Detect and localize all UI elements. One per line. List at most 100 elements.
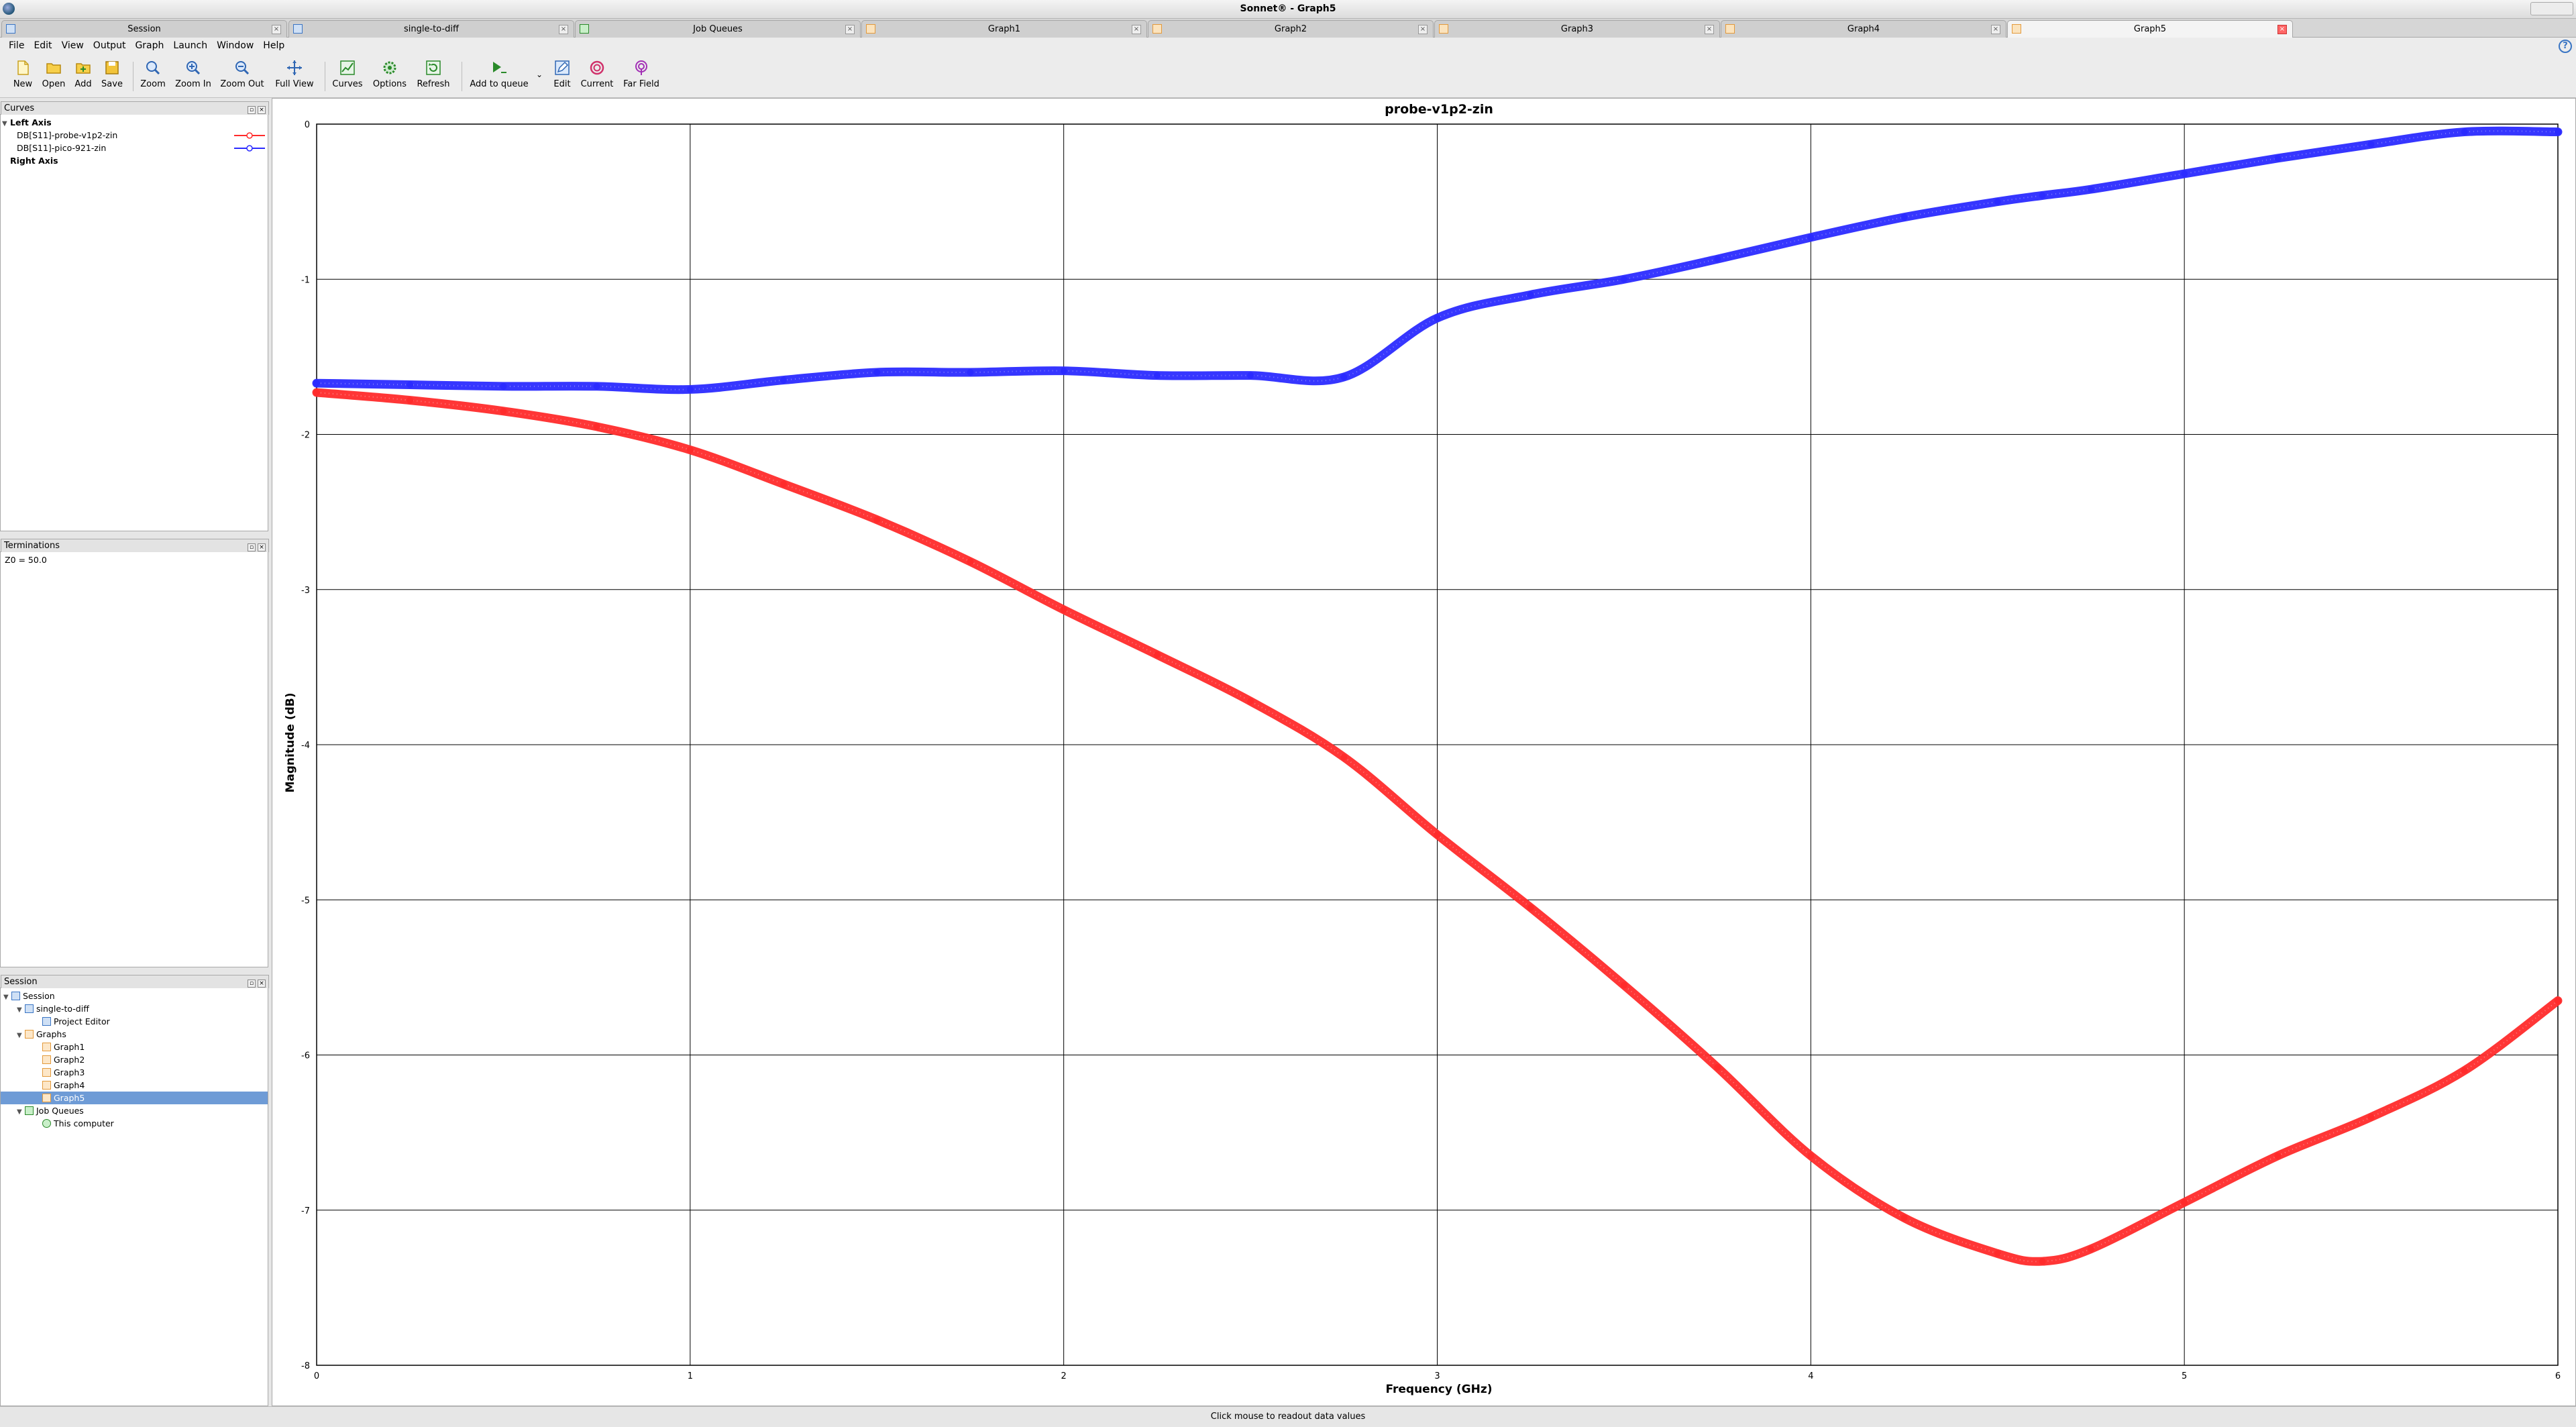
close-icon[interactable]: × bbox=[258, 980, 266, 988]
expand-arrow-icon[interactable]: ▼ bbox=[17, 1106, 25, 1118]
graph-icon bbox=[42, 1055, 51, 1064]
float-icon[interactable]: ▫ bbox=[248, 980, 256, 988]
expand-arrow-icon[interactable]: ▼ bbox=[2, 117, 10, 130]
new-file-icon bbox=[17, 60, 29, 75]
help-icon[interactable]: ? bbox=[2559, 40, 2572, 53]
y-tick-label: 0 bbox=[305, 120, 310, 130]
menu-launch[interactable]: Launch bbox=[168, 38, 212, 55]
queue-dropdown-button[interactable]: ⌄ bbox=[534, 59, 545, 95]
tree-item-session[interactable]: ▼ Session bbox=[3, 990, 55, 1002]
chart[interactable]: probe-v1p2-zin 0 1 2 3 4 5 60-1-2-3-4-5-6-7-8 … bbox=[272, 99, 2575, 1406]
close-icon[interactable]: × bbox=[272, 25, 281, 34]
current-button[interactable]: Current bbox=[578, 59, 616, 95]
terminations-panel: Terminations ▫ × Z0 = 50.0 bbox=[0, 539, 269, 967]
data-point bbox=[967, 558, 974, 566]
curves-panel: Curves ▫ × ▼ Left Axis DB[S11]-probe-v1p2-… bbox=[0, 101, 269, 531]
expand-arrow-icon[interactable]: ▼ bbox=[17, 1004, 25, 1016]
close-icon[interactable]: × bbox=[1991, 25, 2000, 34]
zoom-in-button[interactable]: Zoom In bbox=[173, 59, 213, 95]
tree-item-right-axis[interactable]: Right Axis bbox=[10, 154, 58, 167]
close-icon[interactable]: × bbox=[2277, 25, 2287, 34]
tab-graph4[interactable]: Graph4 × bbox=[1721, 20, 2006, 38]
tree-item-graph3[interactable]: Graph3 bbox=[42, 1066, 85, 1079]
refresh-button[interactable]: Refresh bbox=[413, 59, 453, 95]
zoom-label: Zoom bbox=[140, 79, 166, 89]
tree-label: Graph2 bbox=[54, 1055, 85, 1065]
zoom-button[interactable]: Zoom bbox=[138, 59, 168, 95]
add-button[interactable]: Add bbox=[70, 59, 97, 95]
menu-output[interactable]: Output bbox=[89, 38, 131, 55]
session-panel-title: Session bbox=[4, 977, 38, 987]
window-controls[interactable] bbox=[2530, 2, 2573, 15]
tab-graph1[interactable]: Graph1 × bbox=[861, 20, 1147, 38]
y-tick-label: -6 bbox=[301, 1051, 310, 1061]
menu-window[interactable]: Window bbox=[212, 38, 258, 55]
tree-item-graph1[interactable]: Graph1 bbox=[42, 1041, 85, 1053]
tree-item-this-computer[interactable]: This computer bbox=[42, 1117, 114, 1130]
data-point bbox=[780, 480, 788, 488]
tree-item-left-axis[interactable]: ▼ Left Axis bbox=[2, 116, 52, 129]
tab-graph3[interactable]: Graph3 × bbox=[1434, 20, 1720, 38]
y-tick-label: -2 bbox=[301, 431, 310, 441]
tab-label: Graph1 bbox=[987, 24, 1021, 34]
full-view-button[interactable]: Full View bbox=[271, 59, 318, 95]
data-point bbox=[1153, 372, 1161, 379]
tree-item-graph5[interactable]: Graph5 bbox=[1, 1092, 268, 1104]
new-label: New bbox=[13, 79, 33, 89]
zoom-icon bbox=[146, 61, 160, 75]
curves-button[interactable]: Curves bbox=[330, 59, 365, 95]
close-icon[interactable]: × bbox=[258, 543, 266, 551]
options-label: Options bbox=[372, 79, 407, 89]
tree-item-project-editor[interactable]: Project Editor bbox=[42, 1015, 110, 1028]
expand-arrow-icon[interactable]: ▼ bbox=[3, 991, 11, 1004]
data-point bbox=[2087, 1245, 2094, 1253]
full-view-icon bbox=[287, 60, 302, 75]
tab-label: Graph3 bbox=[1560, 24, 1594, 34]
zoom-out-label: Zoom Out bbox=[220, 79, 264, 89]
data-point bbox=[1994, 1250, 2001, 1257]
close-icon[interactable]: × bbox=[1418, 25, 1428, 34]
close-icon[interactable]: × bbox=[258, 106, 266, 114]
tree-item-single-to-diff[interactable]: ▼ single-to-diff bbox=[17, 1002, 89, 1015]
data-point bbox=[873, 369, 881, 376]
options-button[interactable]: Options bbox=[372, 59, 408, 95]
float-icon[interactable]: ▫ bbox=[248, 106, 256, 114]
tab-graph5[interactable]: Graph5 × bbox=[2007, 20, 2293, 38]
edit-button[interactable]: Edit bbox=[549, 59, 576, 95]
session-panel-header: Session ▫ × bbox=[1, 975, 269, 988]
close-icon[interactable]: × bbox=[1705, 25, 1714, 34]
open-button[interactable]: Open bbox=[40, 59, 67, 95]
far-field-button[interactable]: Far Field bbox=[620, 59, 663, 95]
expand-arrow-icon[interactable]: ▼ bbox=[17, 1029, 25, 1042]
close-icon[interactable]: × bbox=[559, 25, 568, 34]
float-icon[interactable]: ▫ bbox=[248, 543, 256, 551]
close-icon[interactable]: × bbox=[845, 25, 855, 34]
tree-item-graph4[interactable]: Graph4 bbox=[42, 1079, 85, 1092]
x-axis-label: Frequency (GHz) bbox=[1385, 1383, 1492, 1396]
tree-item-job-queues[interactable]: ▼ Job Queues bbox=[17, 1104, 84, 1117]
save-button[interactable]: Save bbox=[99, 59, 125, 95]
new-button[interactable]: New bbox=[9, 59, 36, 95]
tree-item-graph2[interactable]: Graph2 bbox=[42, 1053, 85, 1066]
zoom-out-button[interactable]: Zoom Out bbox=[219, 59, 266, 95]
curve-item-probe[interactable]: DB[S11]-probe-v1p2-zin bbox=[17, 129, 266, 142]
tab-session[interactable]: Session × bbox=[1, 20, 287, 38]
tree-item-graphs[interactable]: ▼ Graphs bbox=[17, 1028, 66, 1041]
curve-label: DB[S11]-probe-v1p2-zin bbox=[17, 130, 118, 140]
tab-graph2[interactable]: Graph2 × bbox=[1148, 20, 1434, 38]
data-point bbox=[1807, 233, 1815, 241]
menu-view[interactable]: View bbox=[57, 38, 89, 55]
session-panel: Session ▫ × ▼ Session ▼ single-to-diff Proj… bbox=[0, 975, 269, 1406]
add-to-queue-button[interactable]: Add to queue bbox=[468, 59, 530, 95]
refresh-icon bbox=[426, 60, 441, 75]
menu-file[interactable]: File bbox=[4, 38, 29, 55]
menu-graph[interactable]: Graph bbox=[130, 38, 168, 55]
menu-edit[interactable]: Edit bbox=[29, 38, 56, 55]
graph-pane[interactable]: probe-v1p2-zin 0 1 2 3 4 5 6 0 -1 -2 -3 -4 -5 -6 -7 -8 … bbox=[272, 98, 2576, 1406]
menu-help[interactable]: Help bbox=[258, 38, 289, 55]
tab-single-to-diff[interactable]: single-to-diff × bbox=[288, 20, 574, 38]
curves-label: Curves bbox=[332, 79, 363, 89]
tab-job-queues[interactable]: Job Queues × bbox=[575, 20, 861, 38]
close-icon[interactable]: × bbox=[1132, 25, 1141, 34]
curve-item-pico[interactable]: DB[S11]-pico-921-zin bbox=[17, 142, 266, 154]
